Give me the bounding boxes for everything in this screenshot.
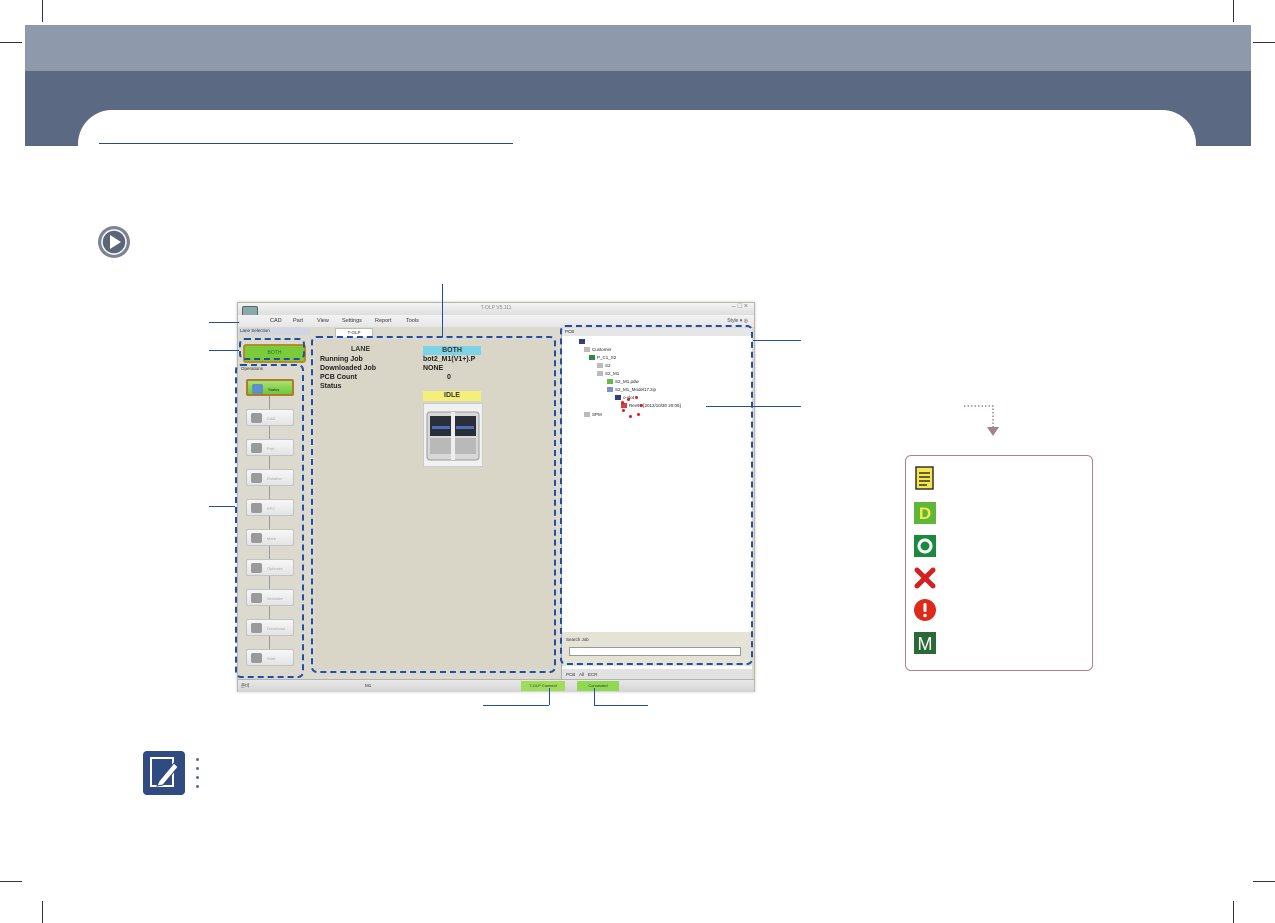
content-tab <box>78 110 1196 170</box>
menu-part[interactable]: Part <box>293 318 303 324</box>
style-selector[interactable]: Style ▾ ◎ <box>727 318 748 324</box>
callout-pcb-tree <box>560 325 753 665</box>
highlight-dot <box>621 401 624 404</box>
callout-line <box>549 688 550 705</box>
o-icon <box>914 535 936 557</box>
title-rule <box>99 143 513 144</box>
callout-line <box>706 406 801 407</box>
connected-indicator: Connected <box>577 681 619 691</box>
document-icon <box>915 466 934 490</box>
callout-operation-steps <box>235 364 304 678</box>
note-dot <box>196 785 199 788</box>
menu-view[interactable]: View <box>317 318 329 324</box>
highlight-dot <box>637 413 640 416</box>
header-band <box>25 25 1251 71</box>
crop-mark <box>1233 0 1234 22</box>
callout-line <box>209 322 239 323</box>
highlight-dot <box>622 409 625 412</box>
callout-lane-select <box>239 338 305 360</box>
window-title: T-OLP V5.111 <box>480 305 512 311</box>
crop-mark <box>1253 881 1275 882</box>
d-letter: D <box>919 504 931 523</box>
highlight-dot <box>629 415 632 418</box>
crop-mark <box>0 881 22 882</box>
d-icon: D <box>914 502 936 524</box>
callout-status-panel <box>311 336 556 673</box>
x-icon <box>914 567 936 589</box>
menu-cad[interactable]: CAD <box>270 318 282 324</box>
crop-mark <box>42 0 43 22</box>
status-ready-text: 준비 <box>241 683 250 688</box>
title-bar: T-OLP V5.111 – □ × <box>238 303 754 319</box>
callout-line <box>594 688 595 705</box>
highlight-dot <box>627 398 630 401</box>
menu-settings[interactable]: Settings <box>342 318 362 324</box>
callout-line <box>483 705 549 706</box>
callout-line <box>209 506 235 507</box>
highlight-dot <box>635 396 638 399</box>
play-icon <box>98 226 130 258</box>
note-dot <box>196 776 199 779</box>
menu-report[interactable]: Report <box>375 318 392 324</box>
crop-mark <box>1233 901 1234 923</box>
dotted-arrow-icon <box>964 405 999 436</box>
callout-line <box>594 705 648 706</box>
status-lane-text: M1 <box>365 683 372 688</box>
crop-mark <box>0 42 22 43</box>
crop-mark <box>42 901 43 923</box>
callout-line <box>442 284 443 337</box>
status-bar: 준비 M1 T-OLP Connect Connected <box>238 679 754 692</box>
callout-line <box>209 350 239 351</box>
menu-tools[interactable]: Tools <box>406 318 419 324</box>
m-icon: M <box>914 632 936 654</box>
lane-selection-header: Lane Selection <box>238 328 310 335</box>
filter-pcb[interactable]: PCB <box>566 672 575 677</box>
exclamation-icon <box>914 599 936 621</box>
highlight-dot <box>640 404 643 407</box>
note-dot <box>196 758 199 761</box>
filter-all[interactable]: All <box>579 672 584 677</box>
note-pencil-icon <box>143 751 185 795</box>
callout-line <box>753 340 801 341</box>
crop-mark <box>1253 42 1275 43</box>
filter-ecr[interactable]: ECR <box>588 672 598 677</box>
window-controls[interactable]: – □ × <box>732 303 748 310</box>
tolp-connect-button[interactable]: T-OLP Connect <box>521 681 565 691</box>
note-dot <box>196 767 199 770</box>
m-letter: M <box>918 634 933 654</box>
